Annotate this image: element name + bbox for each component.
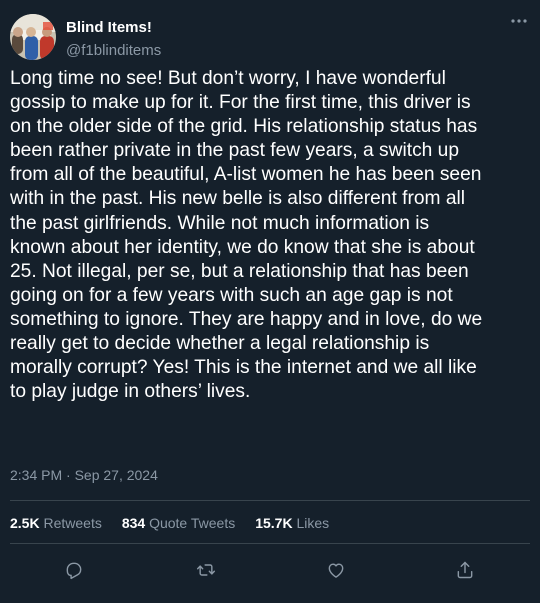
tweet-text-line: morally corrupt? Yes! This is the intern… [10, 357, 477, 379]
more-options-icon[interactable] [508, 12, 530, 30]
reply-button[interactable] [59, 555, 89, 585]
display-name[interactable]: Blind Items! [66, 19, 161, 37]
tweet-text-line: known about her identity, we do know tha… [10, 236, 475, 258]
retweets-label: Retweets [43, 515, 102, 531]
tweet-text-line: going on for a few years with such an ag… [10, 284, 453, 306]
tweet-text-line: gossip to make up for it. For the first … [10, 92, 471, 114]
tweet-header: Blind Items! @f1blinditems [10, 10, 530, 60]
likes-label: Likes [296, 515, 330, 531]
divider [10, 543, 530, 544]
retweet-icon [196, 564, 216, 576]
tweet-text-line: with in the past. His new belle is also … [10, 188, 466, 210]
reply-icon [66, 562, 82, 580]
tweet-stats: 2.5K Retweets 834 Quote Tweets 15.7K Likes [10, 514, 349, 532]
quote-tweets-count: 834 [121, 515, 146, 531]
avatar-image [10, 14, 56, 60]
retweets-count: 2.5K [10, 515, 40, 531]
tweet-text-line: really get to decide whether a legal rel… [10, 333, 430, 355]
author-names: Blind Items! @f1blinditems [66, 17, 161, 61]
handle[interactable]: @f1blinditems [66, 41, 161, 61]
tweet-text-line: on the older side of the grid. His relat… [10, 116, 478, 138]
tweet-card: Blind Items! @f1blinditems Long time no … [0, 0, 540, 603]
quote-tweets-stat[interactable]: 834 Quote Tweets [122, 514, 235, 532]
likes-count: 15.7K [255, 515, 293, 531]
avatar[interactable] [10, 14, 56, 60]
tweet-text-line: to play judge in others’ lives. [10, 381, 251, 403]
tweet-text-line: something to ignore. They are happy and … [10, 308, 483, 330]
tweet-text-line: Long time no see! But don’t worry, I hav… [10, 68, 446, 89]
like-icon [328, 563, 344, 578]
share-button[interactable] [450, 555, 480, 585]
tweet-text-line: 25. Not illegal, per se, but a relations… [10, 260, 469, 282]
tweet-text-line: been rather private in the past few year… [10, 140, 460, 162]
likes-stat[interactable]: 15.7K Likes [255, 514, 329, 532]
like-button[interactable] [321, 555, 351, 585]
tweet-text-line: the past girlfriends. While not much inf… [10, 212, 430, 234]
tweet-text: Long time no see! But don’t worry, I hav… [10, 67, 536, 404]
tweet-timestamp[interactable]: 2:34 PM · Sep 27, 2024 [10, 466, 158, 484]
tweet-text-line: from all of the beautiful, A-list women … [10, 164, 482, 186]
action-bar [10, 555, 530, 585]
share-icon [457, 561, 473, 579]
retweet-button[interactable] [191, 555, 221, 585]
quote-tweets-label: Quote Tweets [149, 515, 236, 531]
retweets-stat[interactable]: 2.5K Retweets [10, 514, 102, 532]
divider [10, 500, 530, 501]
